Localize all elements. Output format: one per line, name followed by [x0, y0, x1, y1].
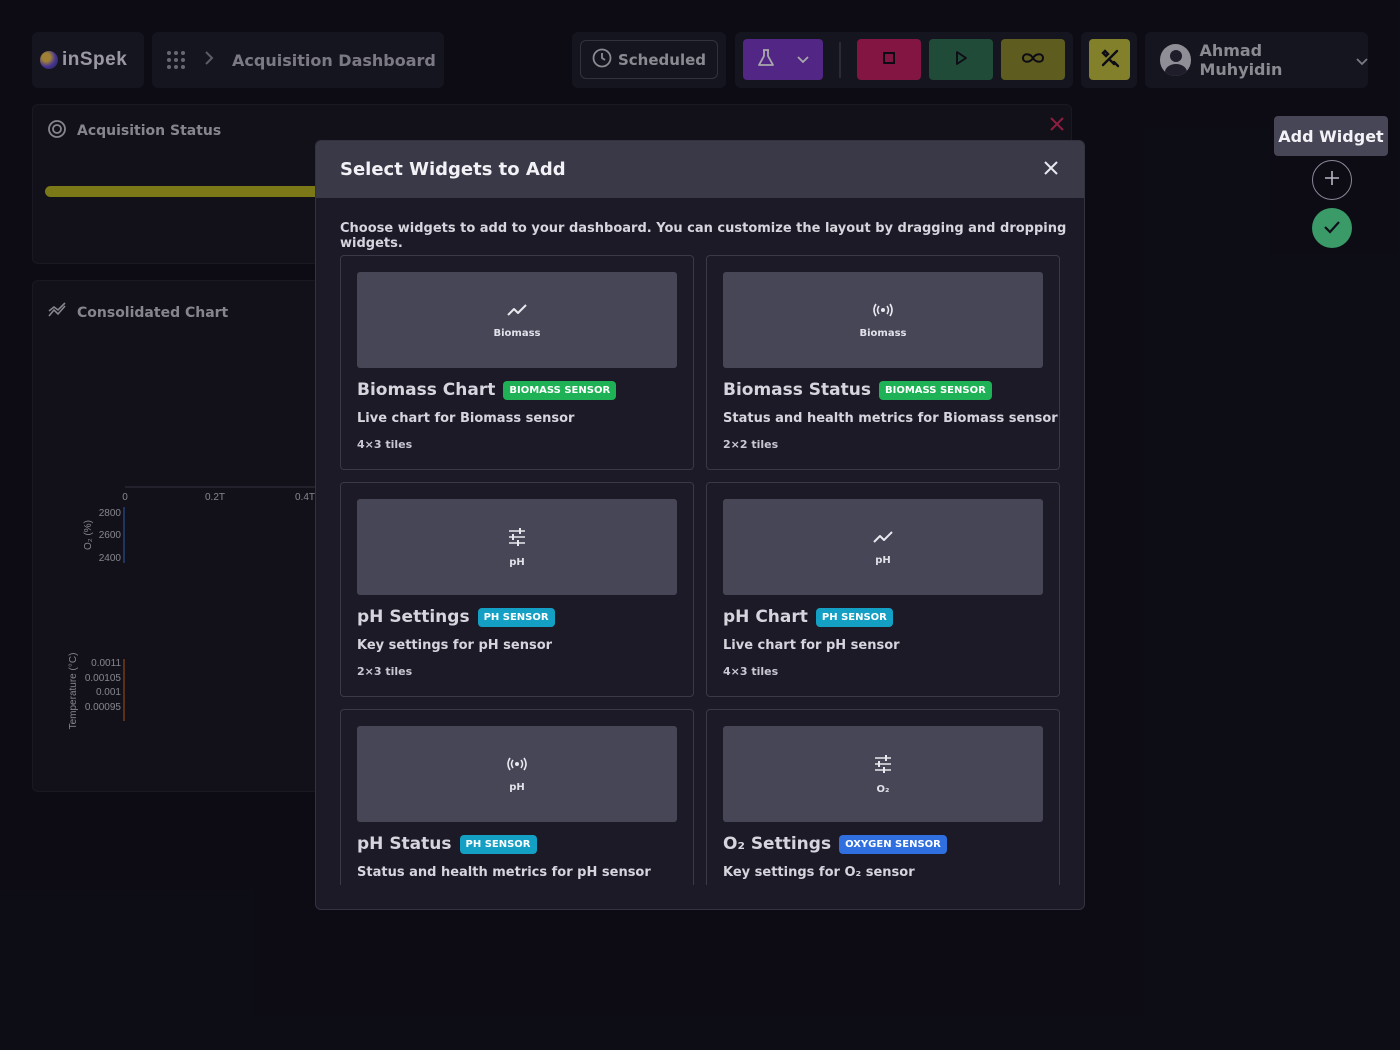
widget-preview-label: pH [875, 554, 891, 566]
widget-name: Biomass Chart [357, 380, 496, 400]
widget-tile-size: 2×3 tiles [357, 665, 413, 678]
widget-preview: Biomass [723, 272, 1043, 368]
widget-tile-size: 2×2 tiles [723, 438, 779, 451]
widget-description: Key settings for O₂ sensor [723, 865, 915, 880]
widget-name: pH Chart [723, 607, 808, 627]
modal-title: Select Widgets to Add [340, 159, 566, 180]
widget-card[interactable]: Biomass Biomass Status Biomass Sensor Statu… [706, 255, 1060, 470]
widget-preview-label: Biomass [859, 327, 907, 339]
widget-preview-label: O₂ [876, 783, 890, 795]
check-icon [1323, 219, 1341, 238]
widget-title-row: Biomass Chart Biomass Sensor [357, 380, 617, 400]
widget-name: Biomass Status [723, 380, 871, 400]
widget-card[interactable]: O₂ O₂ Settings Oxygen Sensor Key settings f… [706, 709, 1060, 885]
confirm-button[interactable] [1312, 208, 1352, 248]
widget-description: Status and health metrics for Biomass se… [723, 411, 1058, 426]
widget-title-row: pH Settings pH Sensor [357, 607, 555, 627]
widget-name: pH Status [357, 834, 452, 854]
widget-preview-label: pH [509, 556, 525, 568]
widget-preview: pH [357, 726, 677, 822]
widget-grid: Biomass Biomass Chart Biomass Sensor Live c… [340, 255, 1062, 885]
widget-preview: Biomass [357, 272, 677, 368]
widget-description: Live chart for Biomass sensor [357, 411, 575, 426]
widget-title-row: pH Status pH Sensor [357, 834, 537, 854]
widget-description: Live chart for pH sensor [723, 638, 900, 653]
add-widget-tooltip: Add Widget [1274, 116, 1388, 156]
sliders-icon [873, 754, 893, 778]
widget-card[interactable]: pH pH Settings pH Sensor Key settings for p… [340, 482, 694, 697]
widget-tile-size: 4×3 tiles [723, 665, 779, 678]
widget-card[interactable]: pH pH Status pH Sensor Status and health me… [340, 709, 694, 885]
sensor-badge: pH Sensor [459, 834, 537, 854]
widget-description: Key settings for pH sensor [357, 638, 553, 653]
sensor-badge: Oxygen Sensor [839, 834, 947, 854]
widget-tile-size: 4×3 tiles [357, 438, 413, 451]
widget-name: O₂ Settings [723, 834, 832, 854]
sensor-badge: Biomass Sensor [503, 380, 617, 400]
broadcast-icon [506, 756, 528, 776]
widget-title-row: pH Chart pH Sensor [723, 607, 893, 627]
add-widget-button[interactable] [1312, 160, 1352, 200]
widget-title-row: O₂ Settings Oxygen Sensor [723, 834, 947, 854]
broadcast-icon [872, 302, 894, 322]
sensor-badge: Biomass Sensor [879, 380, 992, 400]
sliders-icon [507, 527, 527, 551]
widget-preview: O₂ [723, 726, 1043, 822]
modal-header: Select Widgets to Add [316, 141, 1084, 198]
chart-line-icon [872, 529, 894, 549]
plus-icon [1324, 169, 1340, 191]
widget-preview: pH [357, 499, 677, 595]
widget-description: Status and health metrics for pH sensor [357, 865, 651, 880]
widget-preview: pH [723, 499, 1043, 595]
select-widgets-modal: Select Widgets to Add Choose widgets to … [315, 140, 1085, 910]
close-icon[interactable] [1044, 158, 1058, 178]
widget-card[interactable]: Biomass Biomass Chart Biomass Sensor Live c… [340, 255, 694, 470]
widget-title-row: Biomass Status Biomass Sensor [723, 380, 992, 400]
widget-preview-label: pH [509, 781, 525, 793]
widget-preview-label: Biomass [493, 327, 541, 339]
widget-card[interactable]: pH pH Chart pH Sensor Live chart for pH sen… [706, 482, 1060, 697]
chart-line-icon [506, 302, 528, 322]
sensor-badge: pH Sensor [815, 607, 893, 627]
modal-description: Choose widgets to add to your dashboard.… [340, 221, 1067, 251]
widget-name: pH Settings [357, 607, 470, 627]
sensor-badge: pH Sensor [477, 607, 555, 627]
